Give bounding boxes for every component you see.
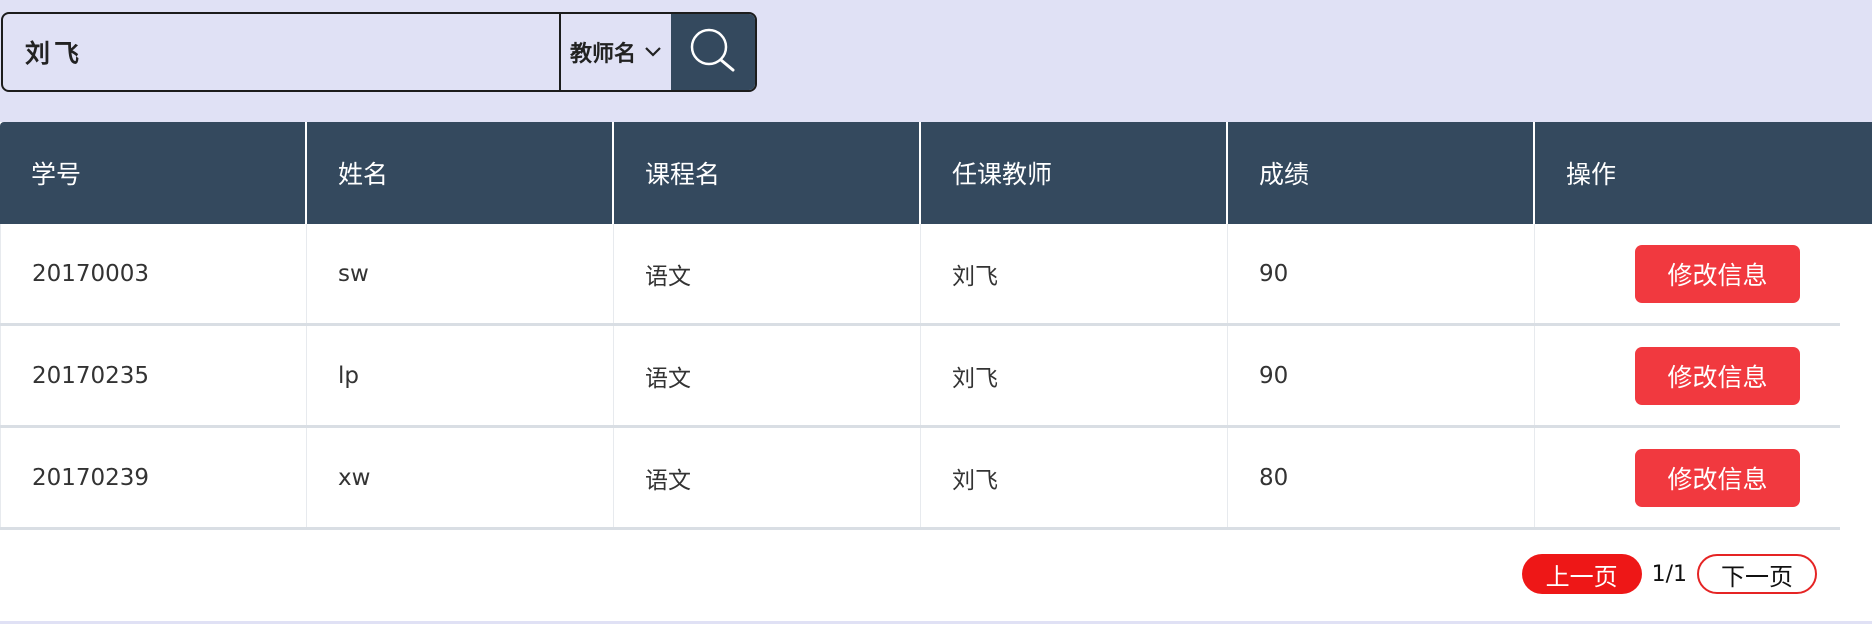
- cell-name: lp: [307, 326, 614, 425]
- cell-student-id: 20170235: [0, 326, 307, 425]
- cell-score: 80: [1228, 428, 1535, 527]
- pagination: 上一页 1/1 下一页: [1521, 554, 1817, 594]
- cell-teacher: 刘飞: [921, 428, 1228, 527]
- header-course: 课程名: [614, 122, 921, 224]
- cell-course: 语文: [614, 224, 921, 323]
- cell-course: 语文: [614, 428, 921, 527]
- header-student-id: 学号: [0, 122, 307, 224]
- prev-page-button[interactable]: 上一页: [1521, 554, 1642, 594]
- search-bar: 教师名: [1, 12, 757, 92]
- cell-name: sw: [307, 224, 614, 323]
- header-teacher: 任课教师: [921, 122, 1228, 224]
- edit-info-button[interactable]: 修改信息: [1635, 346, 1800, 405]
- cell-course: 语文: [614, 326, 921, 425]
- search-icon: [687, 27, 739, 77]
- search-input[interactable]: [3, 14, 559, 90]
- cell-score: 90: [1228, 224, 1535, 323]
- cell-teacher: 刘飞: [921, 224, 1228, 323]
- cell-name: xw: [307, 428, 614, 527]
- header-name: 姓名: [307, 122, 614, 224]
- table-header: 学号 姓名 课程名 任课教师 成绩 操作: [0, 122, 1872, 224]
- edit-info-button[interactable]: 修改信息: [1635, 244, 1800, 303]
- cell-actions: 修改信息: [1535, 326, 1840, 425]
- score-table: 学号 姓名 课程名 任课教师 成绩 操作 20170003 sw 语文 刘飞 9…: [0, 122, 1872, 621]
- next-page-button[interactable]: 下一页: [1697, 554, 1817, 594]
- search-type-select[interactable]: 教师名: [559, 14, 671, 90]
- cell-teacher: 刘飞: [921, 326, 1228, 425]
- chevron-down-icon: [644, 46, 662, 58]
- search-button[interactable]: [671, 14, 755, 90]
- cell-score: 90: [1228, 326, 1535, 425]
- page-indicator: 1/1: [1651, 561, 1687, 587]
- header-actions: 操作: [1566, 160, 1617, 189]
- table-row: 20170239 xw 语文 刘飞 80 修改信息: [0, 428, 1840, 530]
- edit-info-button[interactable]: 修改信息: [1635, 448, 1800, 507]
- table-row: 20170003 sw 语文 刘飞 90 修改信息: [0, 224, 1840, 326]
- table-row: 20170235 lp 语文 刘飞 90 修改信息: [0, 326, 1840, 428]
- header-score: 成绩: [1228, 122, 1535, 224]
- search-type-label: 教师名: [570, 41, 636, 67]
- cell-actions: 修改信息: [1535, 224, 1840, 323]
- cell-student-id: 20170239: [0, 428, 307, 527]
- cell-student-id: 20170003: [0, 224, 307, 323]
- cell-actions: 修改信息: [1535, 428, 1840, 527]
